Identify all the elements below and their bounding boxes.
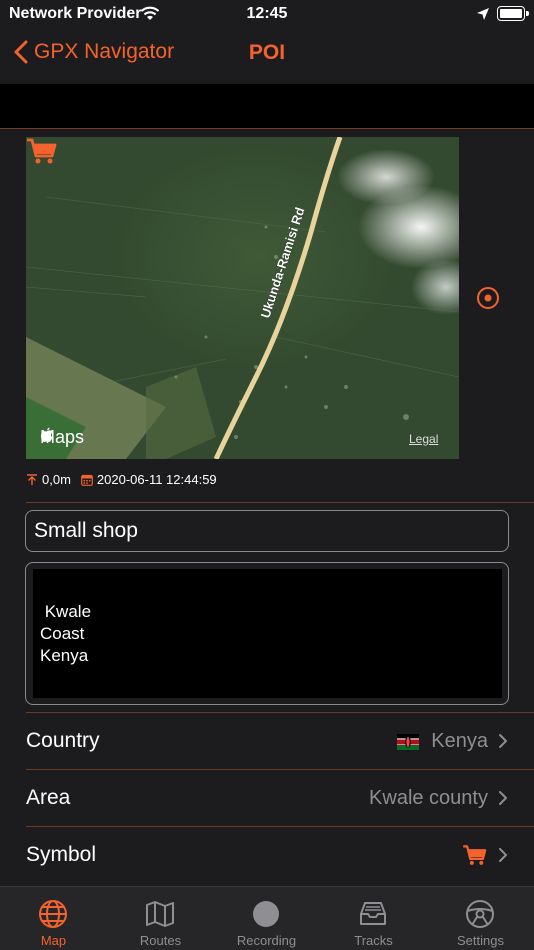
tab-tracks[interactable]: Tracks [320,887,427,950]
tab-settings[interactable]: Settings [427,887,534,950]
tab-label: Map [40,933,67,948]
tab-recording[interactable]: Recording [213,887,320,950]
navigation-bar: GPX Navigator POI [0,28,534,84]
symbol-row[interactable]: Symbol [0,827,534,883]
elevation-icon [27,473,37,485]
tab-label: Recording [236,933,297,948]
symbol-value [462,844,488,866]
inbox-icon [360,902,386,925]
tab-label: Tracks [354,933,393,948]
elevation-value: 0,0m [42,472,71,487]
country-value: Kenya [397,730,488,753]
poi-name-input[interactable] [25,510,509,552]
apple-icon [41,427,53,442]
country-label: Country [26,729,100,752]
timestamp-value: 2020-06-11 12:44:59 [96,472,217,487]
area-value: Kwale county [369,787,488,809]
status-bar: Network Provider 12:45 [0,0,534,28]
location-arrow-icon [477,8,489,20]
battery-icon [497,6,529,21]
chevron-right-icon [499,734,507,748]
map-icon [146,901,174,927]
header-band [0,84,534,128]
status-time: 12:45 [246,5,288,22]
map-view[interactable]: Ukunda-Ramisi Rd Maps Legal [26,137,459,459]
globe-icon [39,900,67,928]
divider [26,502,534,503]
kenya-flag-icon [397,733,420,750]
calendar-icon [81,474,93,486]
shopping-cart-icon [463,845,487,865]
area-row[interactable]: Area Kwale county [0,770,534,826]
tab-routes[interactable]: Routes [107,887,214,950]
tab-label: Routes [139,933,182,948]
steering-wheel-icon [466,900,494,928]
tab-label: Settings [457,933,504,948]
poi-meta: 0,0m 2020-06-11 12:44:59 [26,472,217,487]
chevron-right-icon [499,791,507,805]
area-label: Area [26,786,71,809]
poi-description-field[interactable]: Kwale Coast Kenya [25,562,509,705]
tab-bar: Map Routes Recording Tracks Settings [0,886,534,950]
page-title: POI [248,41,286,64]
locate-poi-button[interactable] [476,286,500,310]
record-icon [253,901,279,927]
apple-maps-logo: Maps [40,427,84,448]
shopping-cart-icon[interactable] [26,137,58,165]
map-terrain: Ukunda-Ramisi Rd [26,137,459,459]
tab-map[interactable]: Map [0,887,107,950]
legal-link[interactable]: Legal [409,432,438,446]
country-name: Kenya [431,730,488,752]
chevron-right-icon [499,848,507,862]
poi-description-text[interactable]: Kwale Coast Kenya [33,569,502,698]
symbol-label: Symbol [26,843,97,866]
country-row[interactable]: Country Kenya [0,713,534,769]
